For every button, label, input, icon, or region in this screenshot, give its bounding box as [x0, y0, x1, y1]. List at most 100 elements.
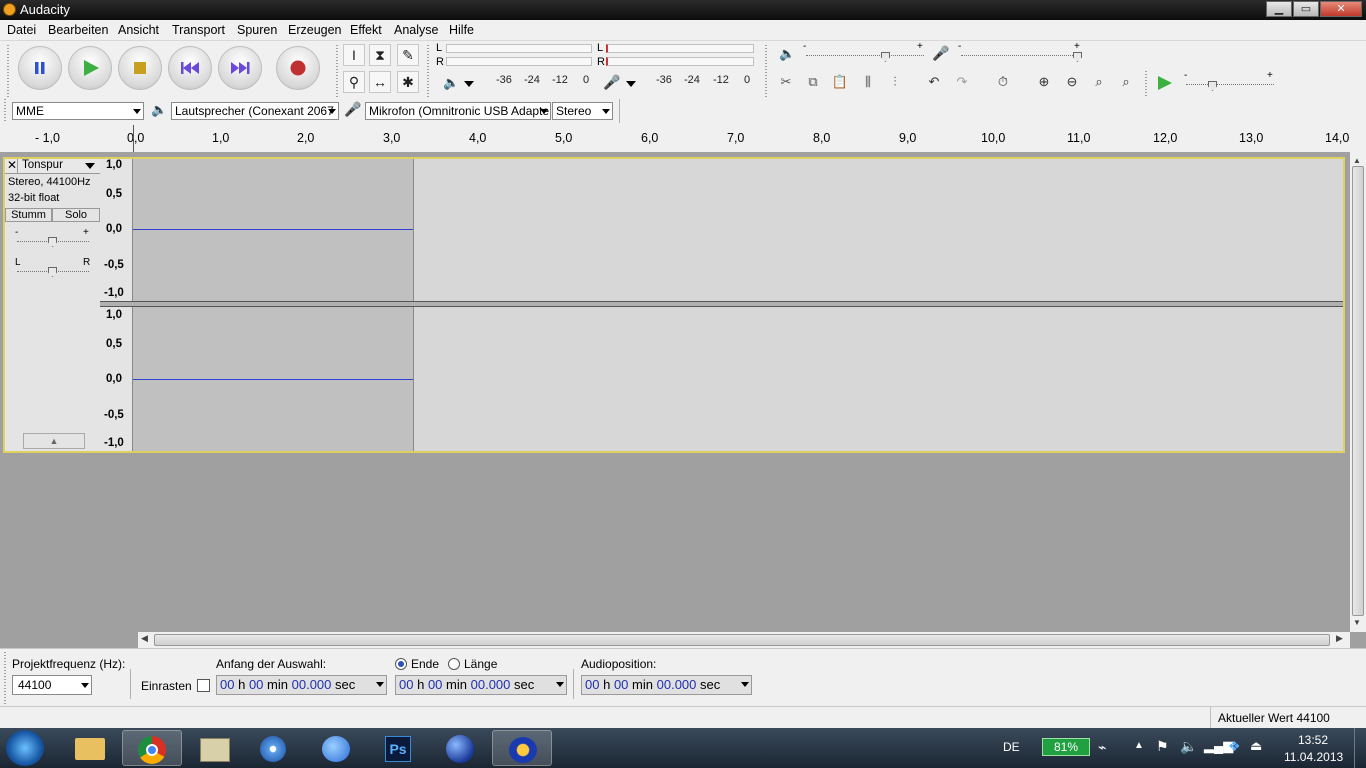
vertical-scrollbar[interactable]: ▲ ▼: [1350, 152, 1366, 632]
minimize-button[interactable]: ▁: [1266, 1, 1292, 17]
play-speed-thumb[interactable]: [1208, 81, 1217, 91]
selection-start-time[interactable]: 00 h 00 min 00.000 sec: [216, 675, 387, 695]
pause-button[interactable]: [18, 46, 62, 90]
toolbar-grip[interactable]: [4, 652, 6, 704]
taskbar-chrome[interactable]: [122, 730, 182, 766]
rec-meter-dropdown-icon[interactable]: [626, 81, 636, 87]
zoom-tool-icon[interactable]: ⚲: [343, 71, 365, 93]
taskbar-explorer[interactable]: [59, 730, 119, 766]
solo-button[interactable]: Solo: [52, 208, 100, 222]
scroll-down-icon[interactable]: ▼: [1353, 618, 1361, 627]
play-meter-dropdown-icon[interactable]: [464, 81, 474, 87]
menu-transport[interactable]: Transport: [172, 23, 225, 37]
toolbar-grip[interactable]: [427, 45, 429, 97]
menu-effekt[interactable]: Effekt: [350, 23, 382, 37]
skip-to-start-button[interactable]: [168, 46, 212, 90]
volume-icon[interactable]: 🔈: [1180, 738, 1197, 755]
cut-icon[interactable]: ✂: [774, 71, 798, 93]
microphone-meter-icon[interactable]: 🎤: [603, 74, 620, 91]
length-radio[interactable]: [448, 658, 460, 670]
selection-end-time[interactable]: 00 h 00 min 00.000 sec: [395, 675, 567, 695]
trim-icon[interactable]: ⫼: [856, 71, 880, 93]
clock-time[interactable]: 13:52: [1298, 733, 1328, 747]
collapse-track-button[interactable]: ▲: [23, 433, 85, 449]
toolbar-grip[interactable]: [1145, 71, 1147, 97]
vertical-scroll-thumb[interactable]: [1352, 166, 1364, 616]
toolbar-grip[interactable]: [765, 45, 767, 97]
maximize-button[interactable]: ▭: [1293, 1, 1319, 17]
multi-tool-icon[interactable]: ✱: [397, 71, 419, 93]
taskbar-audacity[interactable]: [492, 730, 552, 766]
audio-position-time[interactable]: 00 h 00 min 00.000 sec: [581, 675, 752, 695]
menu-spuren[interactable]: Spuren: [237, 23, 277, 37]
mute-button[interactable]: Stumm: [5, 208, 52, 222]
dropbox-icon[interactable]: ❖: [1228, 738, 1241, 755]
language-indicator[interactable]: DE: [1003, 740, 1020, 754]
close-button[interactable]: ✕: [1320, 1, 1362, 17]
horizontal-scrollbar[interactable]: ◀ ▶: [138, 632, 1350, 648]
skip-to-end-button[interactable]: [218, 46, 262, 90]
host-select[interactable]: MME: [12, 102, 144, 120]
input-volume-slider[interactable]: [961, 55, 1081, 57]
zoom-out-icon[interactable]: ⊖: [1060, 71, 1084, 93]
toolbar-grip[interactable]: [336, 45, 338, 97]
horizontal-scroll-thumb[interactable]: [154, 634, 1330, 646]
show-desktop-button[interactable]: [1354, 728, 1366, 768]
menu-bearbeiten[interactable]: Bearbeiten: [48, 23, 108, 37]
speaker-meter-icon[interactable]: 🔈: [443, 75, 459, 91]
output-volume-slider[interactable]: [806, 55, 924, 57]
output-device-select[interactable]: Lautsprecher (Conexant 2067: [171, 102, 339, 120]
channels-select[interactable]: Stereo: [552, 102, 613, 120]
selection-region-left[interactable]: [133, 159, 414, 301]
input-volume-thumb[interactable]: [1073, 52, 1082, 62]
taskbar-documents[interactable]: [184, 730, 244, 766]
menu-analyse[interactable]: Analyse: [394, 23, 438, 37]
record-button[interactable]: [276, 46, 320, 90]
scroll-right-icon[interactable]: ▶: [1336, 633, 1343, 644]
toolbar-grip[interactable]: [4, 99, 6, 123]
selection-tool-icon[interactable]: I: [343, 44, 365, 66]
show-hidden-icons-icon[interactable]: ▲: [1134, 740, 1144, 751]
taskbar-media[interactable]: [244, 730, 304, 766]
sync-lock-icon[interactable]: ⏱: [991, 71, 1015, 93]
time-format-dropdown-icon[interactable]: [741, 682, 749, 687]
menu-ansicht[interactable]: Ansicht: [118, 23, 159, 37]
scroll-up-icon[interactable]: ▲: [1353, 156, 1361, 165]
action-center-flag-icon[interactable]: ⚑: [1156, 738, 1169, 755]
time-format-dropdown-icon[interactable]: [376, 682, 384, 687]
silence-icon[interactable]: ⫶: [883, 71, 907, 93]
taskbar-thunderbird[interactable]: [306, 730, 366, 766]
undo-icon[interactable]: ↶: [922, 71, 946, 93]
redo-icon[interactable]: ↷: [950, 71, 974, 93]
project-rate-select[interactable]: 44100: [12, 675, 92, 695]
pan-slider-thumb[interactable]: [48, 267, 57, 277]
taskbar-photoshop[interactable]: Ps: [368, 730, 428, 766]
scroll-left-icon[interactable]: ◀: [141, 633, 148, 644]
snap-checkbox[interactable]: [197, 679, 210, 692]
play-at-speed-icon[interactable]: [1156, 75, 1174, 91]
track-menu-arrow-icon[interactable]: [85, 163, 95, 169]
play-speed-slider[interactable]: [1186, 84, 1274, 86]
menu-erzeugen[interactable]: Erzeugen: [288, 23, 342, 37]
usb-eject-icon[interactable]: ⏏: [1250, 738, 1262, 754]
track-close-button[interactable]: ✕: [7, 158, 17, 172]
start-button-icon[interactable]: [6, 730, 44, 766]
taskbar-globe[interactable]: [430, 730, 490, 766]
stop-button[interactable]: [118, 46, 162, 90]
fit-selection-icon[interactable]: ⌕: [1087, 71, 1111, 93]
input-device-select[interactable]: Mikrofon (Omnitronic USB Adapte: [365, 102, 551, 120]
output-volume-thumb[interactable]: [881, 52, 890, 62]
toolbar-grip[interactable]: [7, 45, 9, 97]
battery-indicator[interactable]: 81%: [1042, 738, 1090, 756]
paste-icon[interactable]: 📋: [828, 71, 852, 93]
end-radio[interactable]: [395, 658, 407, 670]
power-plug-icon[interactable]: ⌁: [1098, 739, 1106, 756]
fit-project-icon[interactable]: ⌕: [1114, 71, 1138, 93]
track-name-menu[interactable]: Tonspur: [22, 159, 63, 171]
envelope-tool-icon[interactable]: ⧗: [369, 44, 391, 66]
copy-icon[interactable]: ⧉: [801, 71, 825, 93]
menu-datei[interactable]: Datei: [7, 23, 36, 37]
draw-tool-icon[interactable]: ✎: [397, 44, 419, 66]
gain-slider-thumb[interactable]: [48, 237, 57, 247]
menu-hilfe[interactable]: Hilfe: [449, 23, 474, 37]
